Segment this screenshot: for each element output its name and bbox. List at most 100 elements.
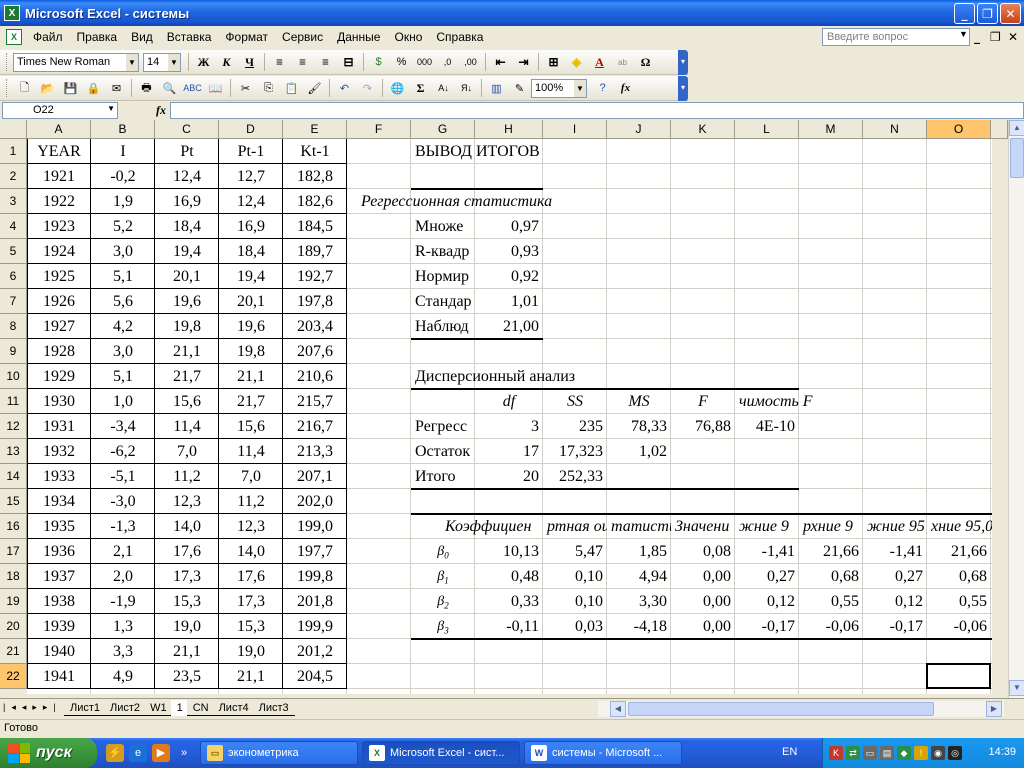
table-cell[interactable]: 17,3 bbox=[219, 589, 283, 614]
row-header-18[interactable]: 18 bbox=[0, 564, 27, 589]
coef-value[interactable]: 21,66 bbox=[799, 539, 863, 564]
internet-explorer-icon[interactable]: e bbox=[129, 744, 147, 762]
sheet-nav-arrows[interactable]: |◂◂▸▸| bbox=[3, 702, 62, 713]
ask-question-input[interactable]: Введите вопрос bbox=[822, 28, 970, 46]
expand-quicklaunch-icon[interactable]: » bbox=[175, 744, 193, 762]
table-cell[interactable]: 1940 bbox=[27, 639, 91, 664]
coef-header[interactable]: Значени bbox=[671, 514, 735, 539]
menu-view[interactable]: Вид bbox=[124, 30, 160, 44]
table-header-cell[interactable]: I bbox=[91, 139, 155, 164]
coef-value[interactable]: 0,48 bbox=[475, 564, 543, 589]
coef-value[interactable]: 21,66 bbox=[927, 539, 991, 564]
table-cell[interactable]: 19,0 bbox=[155, 614, 219, 639]
borders-icon[interactable]: ⊞ bbox=[543, 52, 564, 73]
network-icon[interactable]: ⇄ bbox=[846, 746, 860, 760]
table-cell[interactable]: 16,9 bbox=[219, 214, 283, 239]
table-cell[interactable]: 5,6 bbox=[91, 289, 155, 314]
table-cell[interactable]: 203,4 bbox=[283, 314, 347, 339]
sheet-tab[interactable]: Лист2 bbox=[104, 700, 147, 716]
table-cell[interactable]: 199,8 bbox=[283, 564, 347, 589]
table-cell[interactable]: 19,8 bbox=[219, 339, 283, 364]
chevron-down-icon[interactable]: ▼ bbox=[107, 104, 115, 113]
row-header-11[interactable]: 11 bbox=[0, 389, 27, 414]
table-cell[interactable]: 207,1 bbox=[283, 464, 347, 489]
coef-value[interactable]: -0,06 bbox=[799, 614, 863, 639]
align-right-icon[interactable]: ≡ bbox=[315, 52, 336, 73]
font-size-select[interactable]: 14 ▼ bbox=[143, 52, 181, 72]
table-cell[interactable]: 19,8 bbox=[155, 314, 219, 339]
media-tray-icon[interactable]: ◎ bbox=[948, 746, 962, 760]
table-cell[interactable]: 17,6 bbox=[155, 539, 219, 564]
italic-button[interactable]: К bbox=[216, 52, 237, 73]
redo-icon[interactable]: ↷ bbox=[357, 78, 378, 99]
name-box[interactable]: O22 ▼ bbox=[2, 102, 118, 119]
coef-value[interactable]: -0,17 bbox=[863, 614, 927, 639]
menu-window[interactable]: Окно bbox=[387, 30, 429, 44]
column-header-k[interactable]: K bbox=[671, 120, 735, 139]
table-cell[interactable]: 21,1 bbox=[155, 339, 219, 364]
table-cell[interactable]: 18,4 bbox=[219, 239, 283, 264]
speaker-icon[interactable]: ◉ bbox=[931, 746, 945, 760]
coef-value[interactable]: 4,94 bbox=[607, 564, 671, 589]
spelling-icon[interactable]: ABC bbox=[182, 78, 203, 99]
excel-app-icon[interactable]: X bbox=[4, 5, 20, 21]
font-color-icon[interactable]: A bbox=[589, 52, 610, 73]
table-cell[interactable]: 182,6 bbox=[283, 189, 347, 214]
coef-value[interactable]: 0,55 bbox=[927, 589, 991, 614]
decrease-indent-icon[interactable]: ⇤ bbox=[490, 52, 511, 73]
coef-header[interactable]: жние 95 bbox=[863, 514, 927, 539]
table-cell[interactable]: 199,0 bbox=[283, 514, 347, 539]
toolbar-grip[interactable] bbox=[6, 79, 9, 97]
coef-value[interactable]: 0,12 bbox=[735, 589, 799, 614]
align-left-icon[interactable]: ≡ bbox=[269, 52, 290, 73]
table-cell[interactable]: 2,1 bbox=[91, 539, 155, 564]
scroll-left-icon[interactable]: ◀ bbox=[610, 701, 626, 717]
menu-tools[interactable]: Сервис bbox=[275, 30, 330, 44]
table-header-cell[interactable]: YEAR bbox=[27, 139, 91, 164]
coef-value[interactable]: 1,85 bbox=[607, 539, 671, 564]
stat-value[interactable]: 1,01 bbox=[475, 289, 543, 314]
row-header-13[interactable]: 13 bbox=[0, 439, 27, 464]
scroll-up-icon[interactable]: ▲ bbox=[1009, 120, 1024, 136]
font-name-select[interactable]: Times New Roman ▼ bbox=[13, 52, 139, 72]
row-header-21[interactable]: 21 bbox=[0, 639, 27, 664]
language-indicator[interactable]: EN bbox=[782, 746, 797, 758]
align-center-icon[interactable]: ≡ bbox=[292, 52, 313, 73]
percent-button[interactable]: % bbox=[391, 52, 412, 73]
undo-icon[interactable]: ↶ bbox=[334, 78, 355, 99]
row-header-10[interactable]: 10 bbox=[0, 364, 27, 389]
alert-icon[interactable]: ! bbox=[914, 746, 928, 760]
save-icon[interactable]: 💾 bbox=[60, 78, 81, 99]
row-header-3[interactable]: 3 bbox=[0, 189, 27, 214]
column-header-o[interactable]: O bbox=[927, 120, 991, 139]
coef-value[interactable]: 0,27 bbox=[863, 564, 927, 589]
table-cell[interactable]: 12,4 bbox=[155, 164, 219, 189]
table-cell[interactable]: 15,3 bbox=[155, 589, 219, 614]
table-cell[interactable]: 2,0 bbox=[91, 564, 155, 589]
table-cell[interactable]: 1937 bbox=[27, 564, 91, 589]
table-cell[interactable]: 1925 bbox=[27, 264, 91, 289]
coef-value[interactable]: 0,55 bbox=[799, 589, 863, 614]
table-cell[interactable]: 3,0 bbox=[91, 239, 155, 264]
scroll-down-icon[interactable]: ▼ bbox=[1009, 680, 1024, 696]
anova-value[interactable] bbox=[671, 439, 735, 464]
coef-value[interactable]: 0,10 bbox=[543, 589, 607, 614]
anova-value[interactable] bbox=[607, 464, 671, 489]
row-header-5[interactable]: 5 bbox=[0, 239, 27, 264]
fill-color-icon[interactable]: ◈ bbox=[566, 52, 587, 73]
table-cell[interactable]: 199,9 bbox=[283, 614, 347, 639]
table-cell[interactable]: -6,2 bbox=[91, 439, 155, 464]
row-header-2[interactable]: 2 bbox=[0, 164, 27, 189]
anova-value[interactable] bbox=[735, 464, 799, 489]
restore-button[interactable]: ❐ bbox=[977, 3, 998, 24]
table-cell[interactable]: 20,1 bbox=[219, 289, 283, 314]
coef-value[interactable]: 0,00 bbox=[671, 564, 735, 589]
table-cell[interactable]: 216,7 bbox=[283, 414, 347, 439]
column-header-j[interactable]: J bbox=[607, 120, 671, 139]
table-cell[interactable]: 1924 bbox=[27, 239, 91, 264]
table-cell[interactable]: 18,4 bbox=[155, 214, 219, 239]
table-cell[interactable]: 19,4 bbox=[219, 264, 283, 289]
doc-minimize-button[interactable]: _ bbox=[974, 30, 980, 44]
row-header-20[interactable]: 20 bbox=[0, 614, 27, 639]
anova-value[interactable]: 235 bbox=[543, 414, 607, 439]
